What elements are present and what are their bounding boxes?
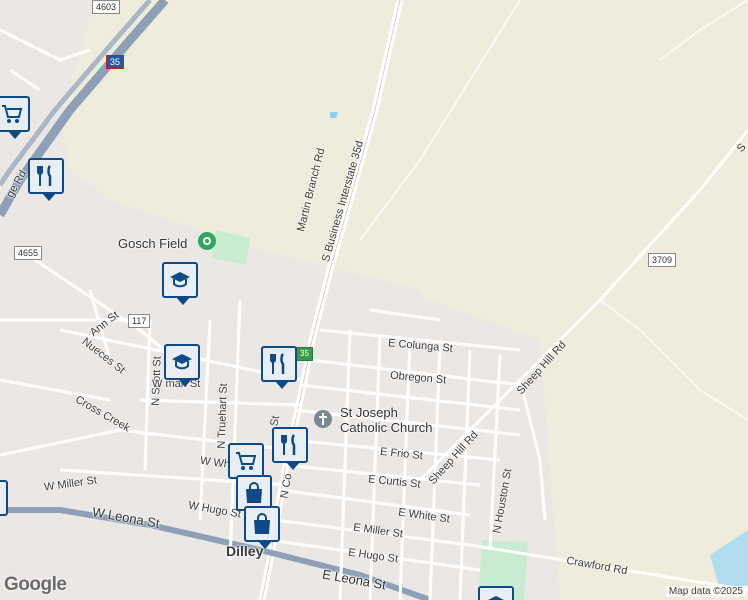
cart-icon (2, 105, 23, 123)
school-icon (170, 272, 190, 288)
google-logo: Google (4, 574, 67, 595)
shield-4603: 4603 (92, 0, 121, 14)
shield-117: 117 (128, 314, 151, 328)
marker-restaurant[interactable] (272, 427, 308, 470)
marker-school[interactable] (478, 586, 514, 600)
marker-school[interactable] (164, 344, 200, 387)
shopping-bag-icon (246, 482, 262, 503)
map-attribution[interactable]: Map data ©2025 (665, 586, 746, 597)
church-icon[interactable] (314, 410, 332, 428)
shield-i35: 35 (106, 55, 125, 69)
school-icon (488, 596, 504, 600)
cart-icon (236, 452, 257, 470)
restaurant-icon (281, 434, 296, 455)
marker-restaurant[interactable] (261, 346, 297, 389)
label-n-truehart-st: N Truehart St (215, 383, 230, 449)
marker-grocery[interactable] (228, 443, 264, 486)
shopping-bag-icon (254, 513, 270, 534)
map-canvas[interactable]: Martin Branch Rd S Business Interstate 3… (0, 0, 748, 600)
restaurant-icon (37, 165, 52, 186)
restaurant-icon (270, 353, 285, 374)
marker-partial[interactable] (0, 480, 8, 516)
school-icon (172, 354, 192, 370)
marker-store[interactable] (244, 506, 280, 549)
shield-i35-small: 35 (296, 347, 313, 361)
marker-school[interactable] (162, 262, 198, 305)
shield-4655: 4655 (14, 246, 43, 260)
sports-field-icon[interactable] (198, 232, 216, 250)
label-st-joseph-2: Catholic Church (340, 420, 433, 435)
label-st-joseph-1: St Joseph (340, 405, 398, 420)
marker-grocery[interactable] (0, 96, 30, 139)
label-st-small: St (268, 414, 283, 428)
marker-restaurant[interactable] (28, 158, 64, 201)
shield-3709: 3709 (648, 253, 677, 267)
label-gosch-field: Gosch Field (118, 236, 188, 251)
